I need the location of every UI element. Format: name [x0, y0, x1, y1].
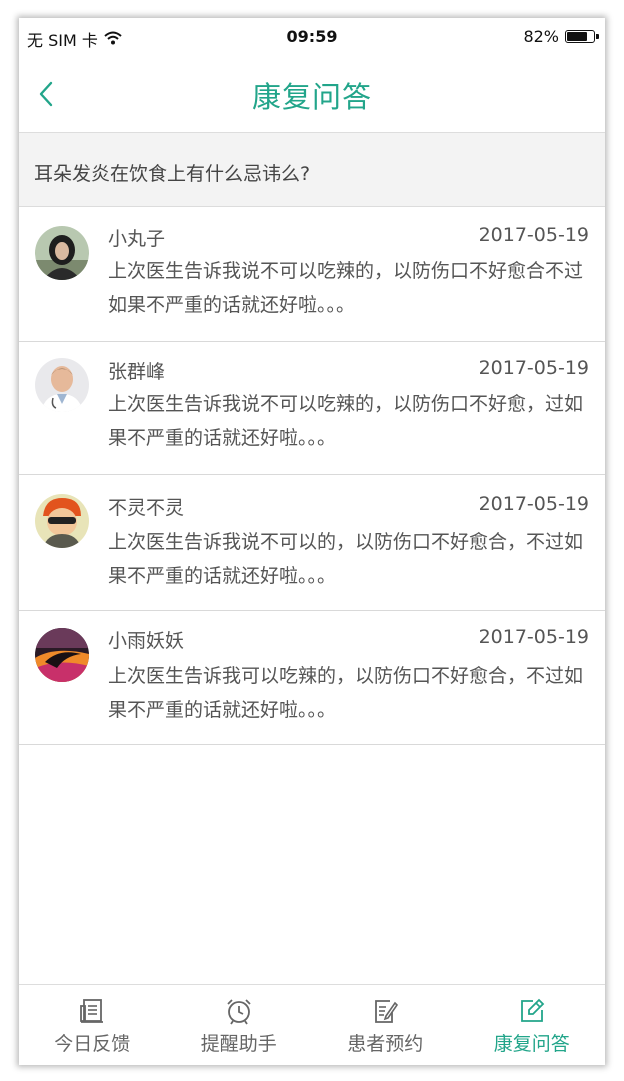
page-title: 康复问答: [251, 80, 372, 114]
answer-date: 2017-05-19: [478, 626, 589, 648]
answer-content: 上次医生告诉我说不可以的，以防伤口不好愈合，不过如果不严重的话就还好啦。。。: [108, 531, 584, 587]
tab-daily-feedback[interactable]: 今日反馈: [19, 985, 166, 1065]
answer-content: 上次医生告诉我说不可以吃辣的，以防伤口不好愈，过如果不严重的话就还好啦。。。: [108, 393, 584, 449]
avatar: [35, 358, 89, 412]
answer-date: 2017-05-19: [478, 357, 589, 379]
status-right: 82%: [523, 27, 599, 46]
battery-icon: [565, 30, 599, 43]
answer-item[interactable]: 张群峰 2017-05-19 上次医生告诉我说不可以吃辣的，以防伤口不好愈，过如…: [19, 342, 605, 475]
tab-label: 提醒助手: [200, 1033, 277, 1055]
tab-rehab-qa[interactable]: 康复问答: [459, 985, 606, 1065]
question-text: 耳朵发炎在饮食上有什么忌讳么?: [34, 163, 311, 185]
answer-author: 不灵不灵: [108, 497, 185, 519]
question-header: 耳朵发炎在饮食上有什么忌讳么?: [19, 133, 605, 207]
answer-list: 小丸子 2017-05-19 上次医生告诉我说不可以吃辣的，以防伤口不好愈合不过…: [19, 208, 605, 745]
avatar: [35, 494, 89, 548]
tab-label: 患者预约: [347, 1033, 424, 1055]
avatar: [35, 628, 89, 682]
tab-label: 康复问答: [493, 1033, 570, 1055]
answer-date: 2017-05-19: [478, 224, 589, 246]
edit-square-icon: [520, 998, 545, 1022]
answer-content: 上次医生告诉我可以吃辣的，以防伤口不好愈合，不过如果不严重的话就还好啦。。。: [108, 665, 584, 721]
tab-bar: 今日反馈 提醒助手 患者预约 康复问答: [19, 984, 605, 1065]
answer-item[interactable]: 小雨妖妖 2017-05-19 上次医生告诉我可以吃辣的，以防伤口不好愈合，不过…: [19, 611, 605, 745]
answer-author: 小丸子: [108, 228, 166, 250]
answer-author: 小雨妖妖: [108, 630, 185, 652]
answer-item[interactable]: 小丸子 2017-05-19 上次医生告诉我说不可以吃辣的，以防伤口不好愈合不过…: [19, 208, 605, 342]
status-bar: 无 SIM 卡 09:59 82%: [19, 18, 605, 56]
status-time: 09:59: [286, 27, 338, 46]
answer-content: 上次医生告诉我说不可以吃辣的，以防伤口不好愈合不过如果不严重的话就还好啦。。。: [108, 260, 584, 316]
document-icon: [80, 999, 104, 1023]
avatar: [35, 226, 89, 280]
phone-screen: 无 SIM 卡 09:59 82% 康复问答 耳朵发炎在饮食上有什么忌讳么? 小…: [19, 18, 605, 1065]
tab-patient-appointment[interactable]: 患者预约: [312, 985, 459, 1065]
clipboard-edit-icon: [375, 1000, 399, 1023]
nav-bar: 康复问答: [19, 56, 605, 133]
battery-percent: 82%: [523, 27, 559, 46]
answer-item[interactable]: 不灵不灵 2017-05-19 上次医生告诉我说不可以的，以防伤口不好愈合，不过…: [19, 475, 605, 611]
battery-level: [567, 32, 587, 41]
answer-author: 张群峰: [108, 361, 166, 383]
tab-label: 今日反馈: [54, 1033, 131, 1055]
answer-date: 2017-05-19: [478, 493, 589, 515]
battery-nub: [596, 34, 599, 39]
alarm-clock-icon: [227, 999, 251, 1025]
tab-reminder-assistant[interactable]: 提醒助手: [166, 985, 313, 1065]
